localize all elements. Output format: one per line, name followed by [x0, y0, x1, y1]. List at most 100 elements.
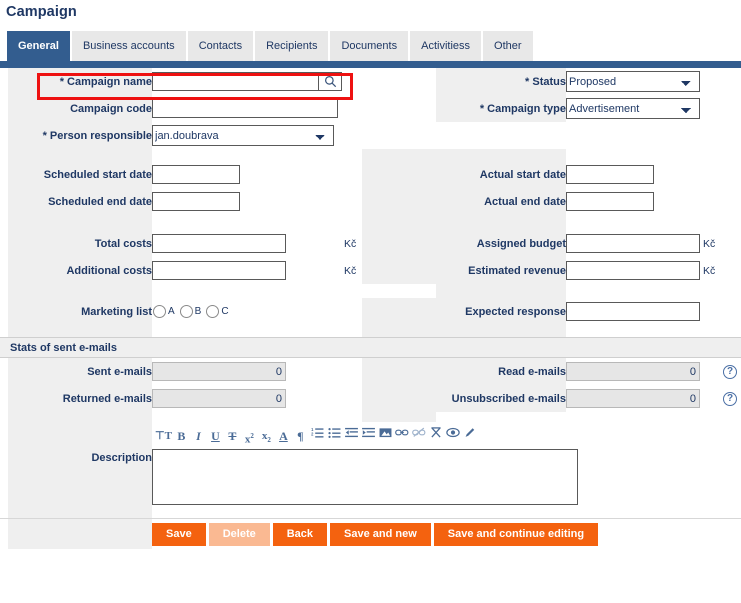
empty-cell [436, 122, 566, 149]
empty-cell [719, 257, 741, 284]
outdent-icon[interactable] [344, 427, 359, 445]
assigned-budget-input[interactable] [566, 234, 700, 253]
spacer-cell [0, 449, 8, 512]
form-table: * Campaign name * Status Proposed Campai… [0, 68, 741, 337]
insert-link-icon[interactable] [395, 427, 410, 445]
row-spacer [0, 215, 741, 230]
tab-contacts[interactable]: Contacts [187, 31, 254, 61]
tab-recipients[interactable]: Recipients [255, 31, 329, 61]
returned-emails-value [152, 389, 286, 408]
spacer-cell [0, 188, 8, 215]
tab-other[interactable]: Other [483, 31, 533, 61]
marketing-list-option-a[interactable]: A [153, 305, 175, 318]
spacer-cell [0, 122, 8, 149]
description-editor-toolbar: ⊤T B I U T x2 x2 A ¶ 12 [152, 425, 741, 447]
preview-icon[interactable] [446, 427, 461, 445]
remove-link-icon[interactable] [412, 427, 427, 445]
marketing-list-option-c[interactable]: C [206, 305, 229, 318]
assigned-budget-cell [566, 230, 701, 257]
editor-toolbar-cell: ⊤T B I U T x2 x2 A ¶ 12 [152, 422, 741, 449]
clear-format-icon[interactable] [429, 426, 444, 445]
text-color-icon[interactable]: A [276, 427, 291, 445]
tab-activities[interactable]: Activitiess [410, 31, 482, 61]
scheduled-end-date-input[interactable] [152, 192, 240, 211]
radio-circle-icon [206, 305, 220, 318]
row-campaign-code: Campaign code * Campaign type Advertisem… [0, 95, 741, 122]
strikethrough-icon[interactable]: T [225, 427, 240, 445]
superscript-icon[interactable]: x2 [242, 427, 257, 446]
marketing-list-option-b-label: B [194, 306, 202, 317]
row-scheduled-start: Scheduled start date Actual start date [0, 161, 741, 188]
save-button[interactable]: Save [152, 522, 206, 546]
marketing-list-option-b[interactable]: B [179, 305, 202, 318]
footer-buttons-cell: Save Delete Back Save and new Save and c… [152, 519, 741, 549]
subscript-icon[interactable]: x2 [259, 427, 274, 445]
spacer-cell [0, 422, 8, 449]
expected-response-input[interactable] [566, 302, 700, 321]
row-spacer [0, 412, 741, 422]
campaign-code-input[interactable] [152, 99, 338, 118]
radio-circle-icon [179, 305, 193, 318]
currency-suffix: Kč [344, 264, 357, 277]
total-costs-input[interactable] [152, 234, 286, 253]
sent-emails-cell [152, 358, 362, 385]
status-select[interactable]: Proposed [566, 71, 700, 92]
bold-icon[interactable]: B [174, 427, 189, 445]
person-responsible-label: * Person responsible [8, 122, 152, 149]
currency-suffix: Kč [703, 264, 716, 277]
returned-emails-label: Returned e-mails [8, 385, 152, 412]
edit-source-icon[interactable] [463, 427, 478, 445]
gap-cell [362, 358, 436, 385]
person-responsible-select[interactable]: jan.doubrava [152, 125, 334, 146]
row-returned-emails: Returned e-mails Unsubscribed e-mails ? [0, 385, 741, 412]
actual-start-date-cell [566, 161, 741, 188]
returned-emails-help-cell: ? [719, 385, 741, 412]
save-and-new-button[interactable]: Save and new [330, 522, 431, 546]
scheduled-start-date-label: Scheduled start date [8, 161, 152, 188]
tab-documents[interactable]: Documents [330, 31, 409, 61]
unsubscribed-emails-label: Unsubscribed e-mails [436, 385, 566, 412]
italic-icon[interactable]: I [191, 427, 206, 445]
tab-general[interactable]: General [7, 31, 70, 61]
delete-button[interactable]: Delete [208, 522, 270, 546]
unordered-list-icon[interactable] [327, 427, 342, 445]
paragraph-icon[interactable]: ¶ [293, 427, 308, 445]
campaign-code-label: Campaign code [8, 95, 152, 122]
estimated-revenue-label: Estimated revenue [436, 257, 566, 284]
font-size-icon[interactable]: ⊤T [155, 427, 172, 445]
sent-emails-value [152, 362, 286, 381]
campaign-type-select[interactable]: Advertisement [566, 98, 700, 119]
estimated-revenue-input[interactable] [566, 261, 700, 280]
scheduled-start-date-input[interactable] [152, 165, 240, 184]
additional-costs-input[interactable] [152, 261, 286, 280]
ordered-list-icon[interactable]: 12 [310, 427, 325, 445]
actual-start-date-input[interactable] [566, 165, 654, 184]
status-label: * Status [436, 68, 566, 95]
gap-cell [362, 188, 436, 215]
campaign-name-input[interactable] [152, 72, 318, 91]
tab-business-accounts[interactable]: Business accounts [71, 31, 186, 61]
row-footer-buttons: Save Delete Back Save and new Save and c… [0, 519, 741, 549]
stats-table: Sent e-mails Read e-mails ? Returned e-m… [0, 358, 741, 518]
description-textarea[interactable] [152, 449, 578, 505]
gap-cell [362, 122, 436, 149]
question-mark-icon[interactable]: ? [723, 391, 737, 406]
question-mark-icon[interactable]: ? [723, 364, 737, 379]
gap-cell [362, 298, 436, 325]
stats-section-title: Stats of sent e-mails [0, 337, 741, 358]
total-costs-label: Total costs [8, 230, 152, 257]
page-title: Campaign [6, 4, 77, 20]
campaign-name-search-button[interactable] [318, 72, 342, 91]
gap-cell [362, 68, 436, 95]
gap-cell [362, 230, 436, 257]
person-responsible-cell: jan.doubrava [152, 122, 362, 149]
row-editor-toolbar: ⊤T B I U T x2 x2 A ¶ 12 [0, 422, 741, 449]
indent-icon[interactable] [361, 427, 376, 445]
back-button[interactable]: Back [272, 522, 328, 546]
actual-end-date-input[interactable] [566, 192, 654, 211]
underline-icon[interactable]: U [208, 427, 223, 445]
save-and-continue-button[interactable]: Save and continue editing [433, 522, 599, 546]
radio-circle-icon [153, 305, 166, 318]
actual-end-date-cell [566, 188, 741, 215]
insert-image-icon[interactable] [378, 427, 393, 445]
